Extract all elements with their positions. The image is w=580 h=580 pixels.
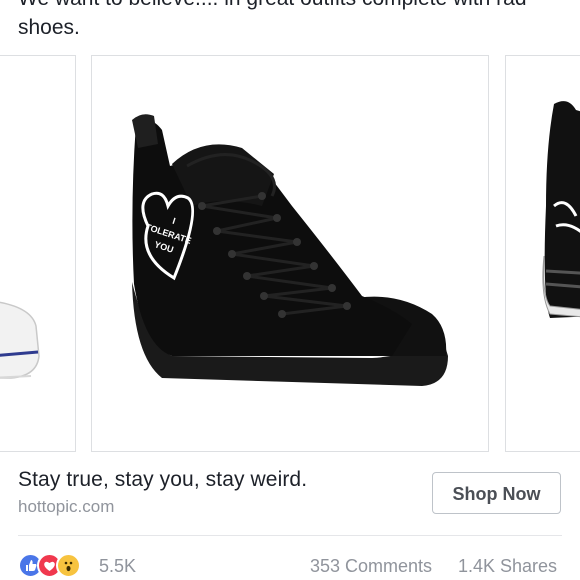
reaction-count[interactable]: 5.5K <box>99 556 136 577</box>
shares-count[interactable]: 1.4K Shares <box>458 556 557 577</box>
wow-icon <box>56 553 81 578</box>
carousel-card-left[interactable] <box>0 55 76 452</box>
product-carousel[interactable]: I TOLERATE YOU <box>0 55 580 453</box>
post-text: We want to believe.... in great outfits … <box>18 0 527 39</box>
comments-count[interactable]: 353 Comments <box>310 556 432 577</box>
carousel-card-right[interactable] <box>505 55 580 452</box>
ad-domain[interactable]: hottopic.com <box>18 497 114 517</box>
divider <box>18 535 562 536</box>
ad-caption[interactable]: Stay true, stay you, stay weird. <box>18 468 307 492</box>
carousel-card-main[interactable]: I TOLERATE YOU <box>91 55 489 452</box>
shop-now-button[interactable]: Shop Now <box>432 472 561 514</box>
black-hightop-image: I TOLERATE YOU <box>132 114 448 386</box>
white-sneaker-image <box>0 301 40 379</box>
black-hightop-partial-image <box>542 101 580 318</box>
